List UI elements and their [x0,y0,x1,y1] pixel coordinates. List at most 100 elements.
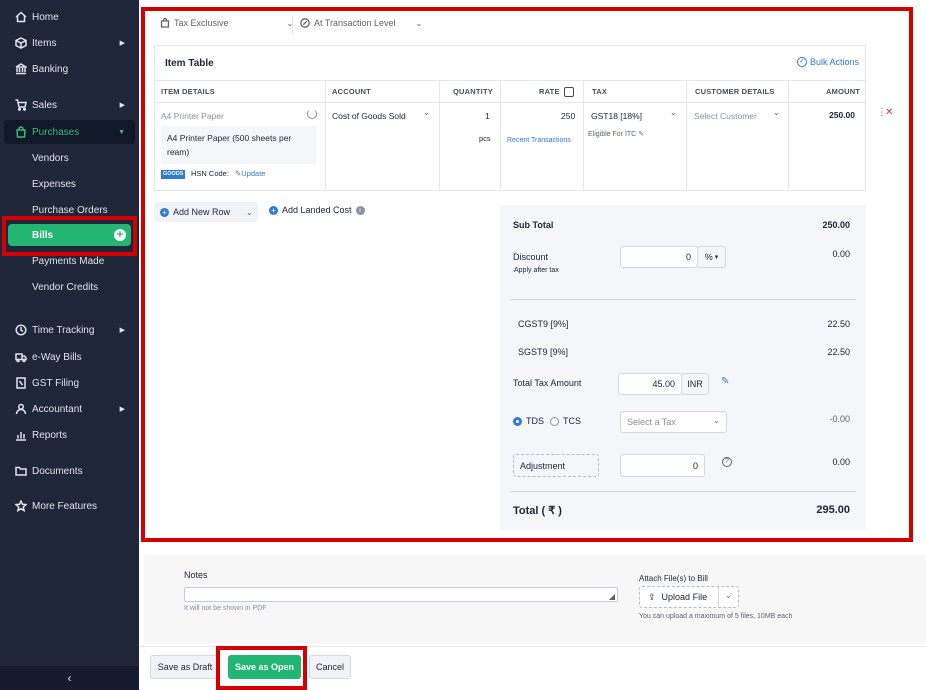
itc-eligibility[interactable]: Eligible For ITC ✎ [588,130,644,138]
notes-hint: It will not be shown in PDF [184,605,267,612]
sidebar-item-label: Bills [32,229,54,241]
upload-icon: ⇪ [648,591,656,602]
sidebar-item-purchases[interactable]: Purchases ▼ [4,120,135,144]
sidebar-item-label: Documents [32,465,83,477]
total-value: 295.00 [816,504,850,516]
recent-transactions-link[interactable]: Recent Transactions [507,137,571,144]
item-name-input[interactable]: A4 Printer Paper [161,111,224,121]
bulk-actions-button[interactable]: ✓ Bulk Actions [796,57,859,67]
clock-icon [14,323,28,337]
select-tax-dropdown[interactable]: Select a Tax ⌄ [620,411,727,433]
tds-radio[interactable]: TDS [513,416,544,426]
sidebar-item-documents[interactable]: Documents [0,459,139,483]
goods-badge: GOODS [161,170,186,179]
save-as-draft-button[interactable]: Save as Draft [150,655,220,679]
home-icon [14,10,28,24]
apply-after-tax-link[interactable]: Apply after tax [514,267,559,274]
discount-unit-select[interactable]: % ▾ [697,246,726,268]
item-description-field[interactable]: A4 Printer Paper (500 sheets per ream) [161,126,317,164]
customer-select[interactable]: Select Customer [694,111,757,121]
cube-icon [14,36,28,50]
sidebar: Home Items ▶ Banking Sales ▶ Purchases ▼… [0,0,139,690]
unit-label: pcs [479,134,491,143]
chevron-down-icon: ⌄ [670,108,677,117]
tax-mode-select[interactable]: Tax Exclusive ⌄ [160,18,293,28]
chevron-down-icon[interactable]: ⌄ [718,587,738,607]
discount-level-select[interactable]: At Transaction Level ⌄ [300,18,422,28]
delete-row-icon[interactable]: ✕ [885,107,893,118]
quantity-input[interactable]: 1 [485,111,490,121]
rate-input[interactable]: 250 [561,111,575,121]
divider [510,299,856,300]
cancel-button[interactable]: Cancel [309,655,351,679]
sidebar-item-label: Time Tracking [32,324,95,336]
sidebar-item-accountant[interactable]: Accountant ▶ [0,397,139,421]
item-table-title: Item Table [165,58,214,69]
discount-input[interactable]: 0 [620,246,698,268]
save-as-open-button[interactable]: Save as Open [228,655,301,679]
column-divider [788,80,789,190]
tcs-radio[interactable]: TCS [550,416,581,426]
add-new-row-button[interactable]: + Add New Row ⌄ [154,202,258,222]
folder-icon [14,464,28,478]
add-bill-plus-icon[interactable]: + [114,229,126,241]
column-divider [583,80,584,190]
adjustment-amount: 0.00 [832,457,850,467]
help-icon[interactable]: ? [722,457,732,467]
itc-label: Eligible For ITC [588,131,637,138]
collapse-sidebar-button[interactable]: ‹ [0,666,139,690]
sidebar-item-time-tracking[interactable]: Time Tracking ▶ [0,318,139,342]
sidebar-item-vendors[interactable]: Vendors [0,146,139,170]
sidebar-item-reports[interactable]: Reports [0,423,139,447]
sidebar-item-bills[interactable]: Bills + [8,224,131,246]
add-landed-cost-button[interactable]: + Add Landed Cost i [269,205,365,215]
sidebar-item-label: Purchases [32,126,80,138]
sidebar-item-label: Purchase Orders [32,204,108,216]
sidebar-item-expenses[interactable]: Expenses [0,172,139,196]
sidebar-item-home[interactable]: Home [0,5,139,29]
plus-circle-icon: + [160,207,169,217]
notes-textarea[interactable]: ◢ [184,587,618,602]
tds-label: TDS [526,416,544,426]
refresh-icon[interactable] [307,109,317,119]
column-header: ACCOUNT [332,87,371,96]
sidebar-item-banking[interactable]: Banking [0,57,139,81]
tds-amount: -0.00 [829,414,850,424]
adjustment-label-input[interactable]: Adjustment [513,454,599,477]
sidebar-item-gst-filing[interactable]: GST Filing [0,371,139,395]
chevron-down-icon: ⌄ [773,108,780,117]
user-icon [14,402,28,416]
divider [510,491,856,492]
account-select[interactable]: Cost of Goods Sold [332,111,406,121]
tax-mode-value: Tax Exclusive [174,18,229,28]
tax-select[interactable]: GST18 [18%] [591,111,642,121]
discount-icon [300,18,310,28]
column-header: RATE [539,87,560,96]
item-table: Item Table ✓ Bulk Actions ITEM DETAILS A… [154,45,866,191]
chevron-down-icon: ⌄ [415,18,423,28]
sidebar-item-eway-bills[interactable]: e-Way Bills [0,345,139,369]
sidebar-item-items[interactable]: Items ▶ [0,31,139,55]
sidebar-item-payments-made[interactable]: Payments Made [0,249,139,273]
discount-unit-value: % [704,252,713,262]
radio-unselected-icon [550,416,559,426]
sidebar-item-more-features[interactable]: More Features [0,494,139,518]
sidebar-item-purchase-orders[interactable]: Purchase Orders [0,198,139,222]
calculator-icon[interactable] [564,87,574,97]
pencil-icon[interactable]: ✎ [721,376,729,387]
hsn-update-link[interactable]: ✎Update [235,169,265,178]
sub-total-label: Sub Total [513,220,554,230]
totals-panel: Sub Total 250.00 Discount Apply after ta… [500,205,866,530]
adjustment-input[interactable]: 0 [620,454,705,477]
total-tax-input[interactable]: 45.00 [618,373,682,395]
chevron-left-icon: ‹ [67,671,72,685]
chevron-right-icon: ▶ [119,327,125,334]
sidebar-item-sales[interactable]: Sales ▶ [0,93,139,117]
divider [292,16,293,34]
upload-file-button[interactable]: ⇪ Upload File ⌄ [639,586,739,608]
sidebar-item-label: Items [32,37,57,49]
sidebar-item-vendor-credits[interactable]: Vendor Credits [0,275,139,299]
column-header: CUSTOMER DETAILS [695,87,775,96]
chevron-right-icon: ▶ [119,102,125,109]
currency-label: INR [681,373,709,395]
